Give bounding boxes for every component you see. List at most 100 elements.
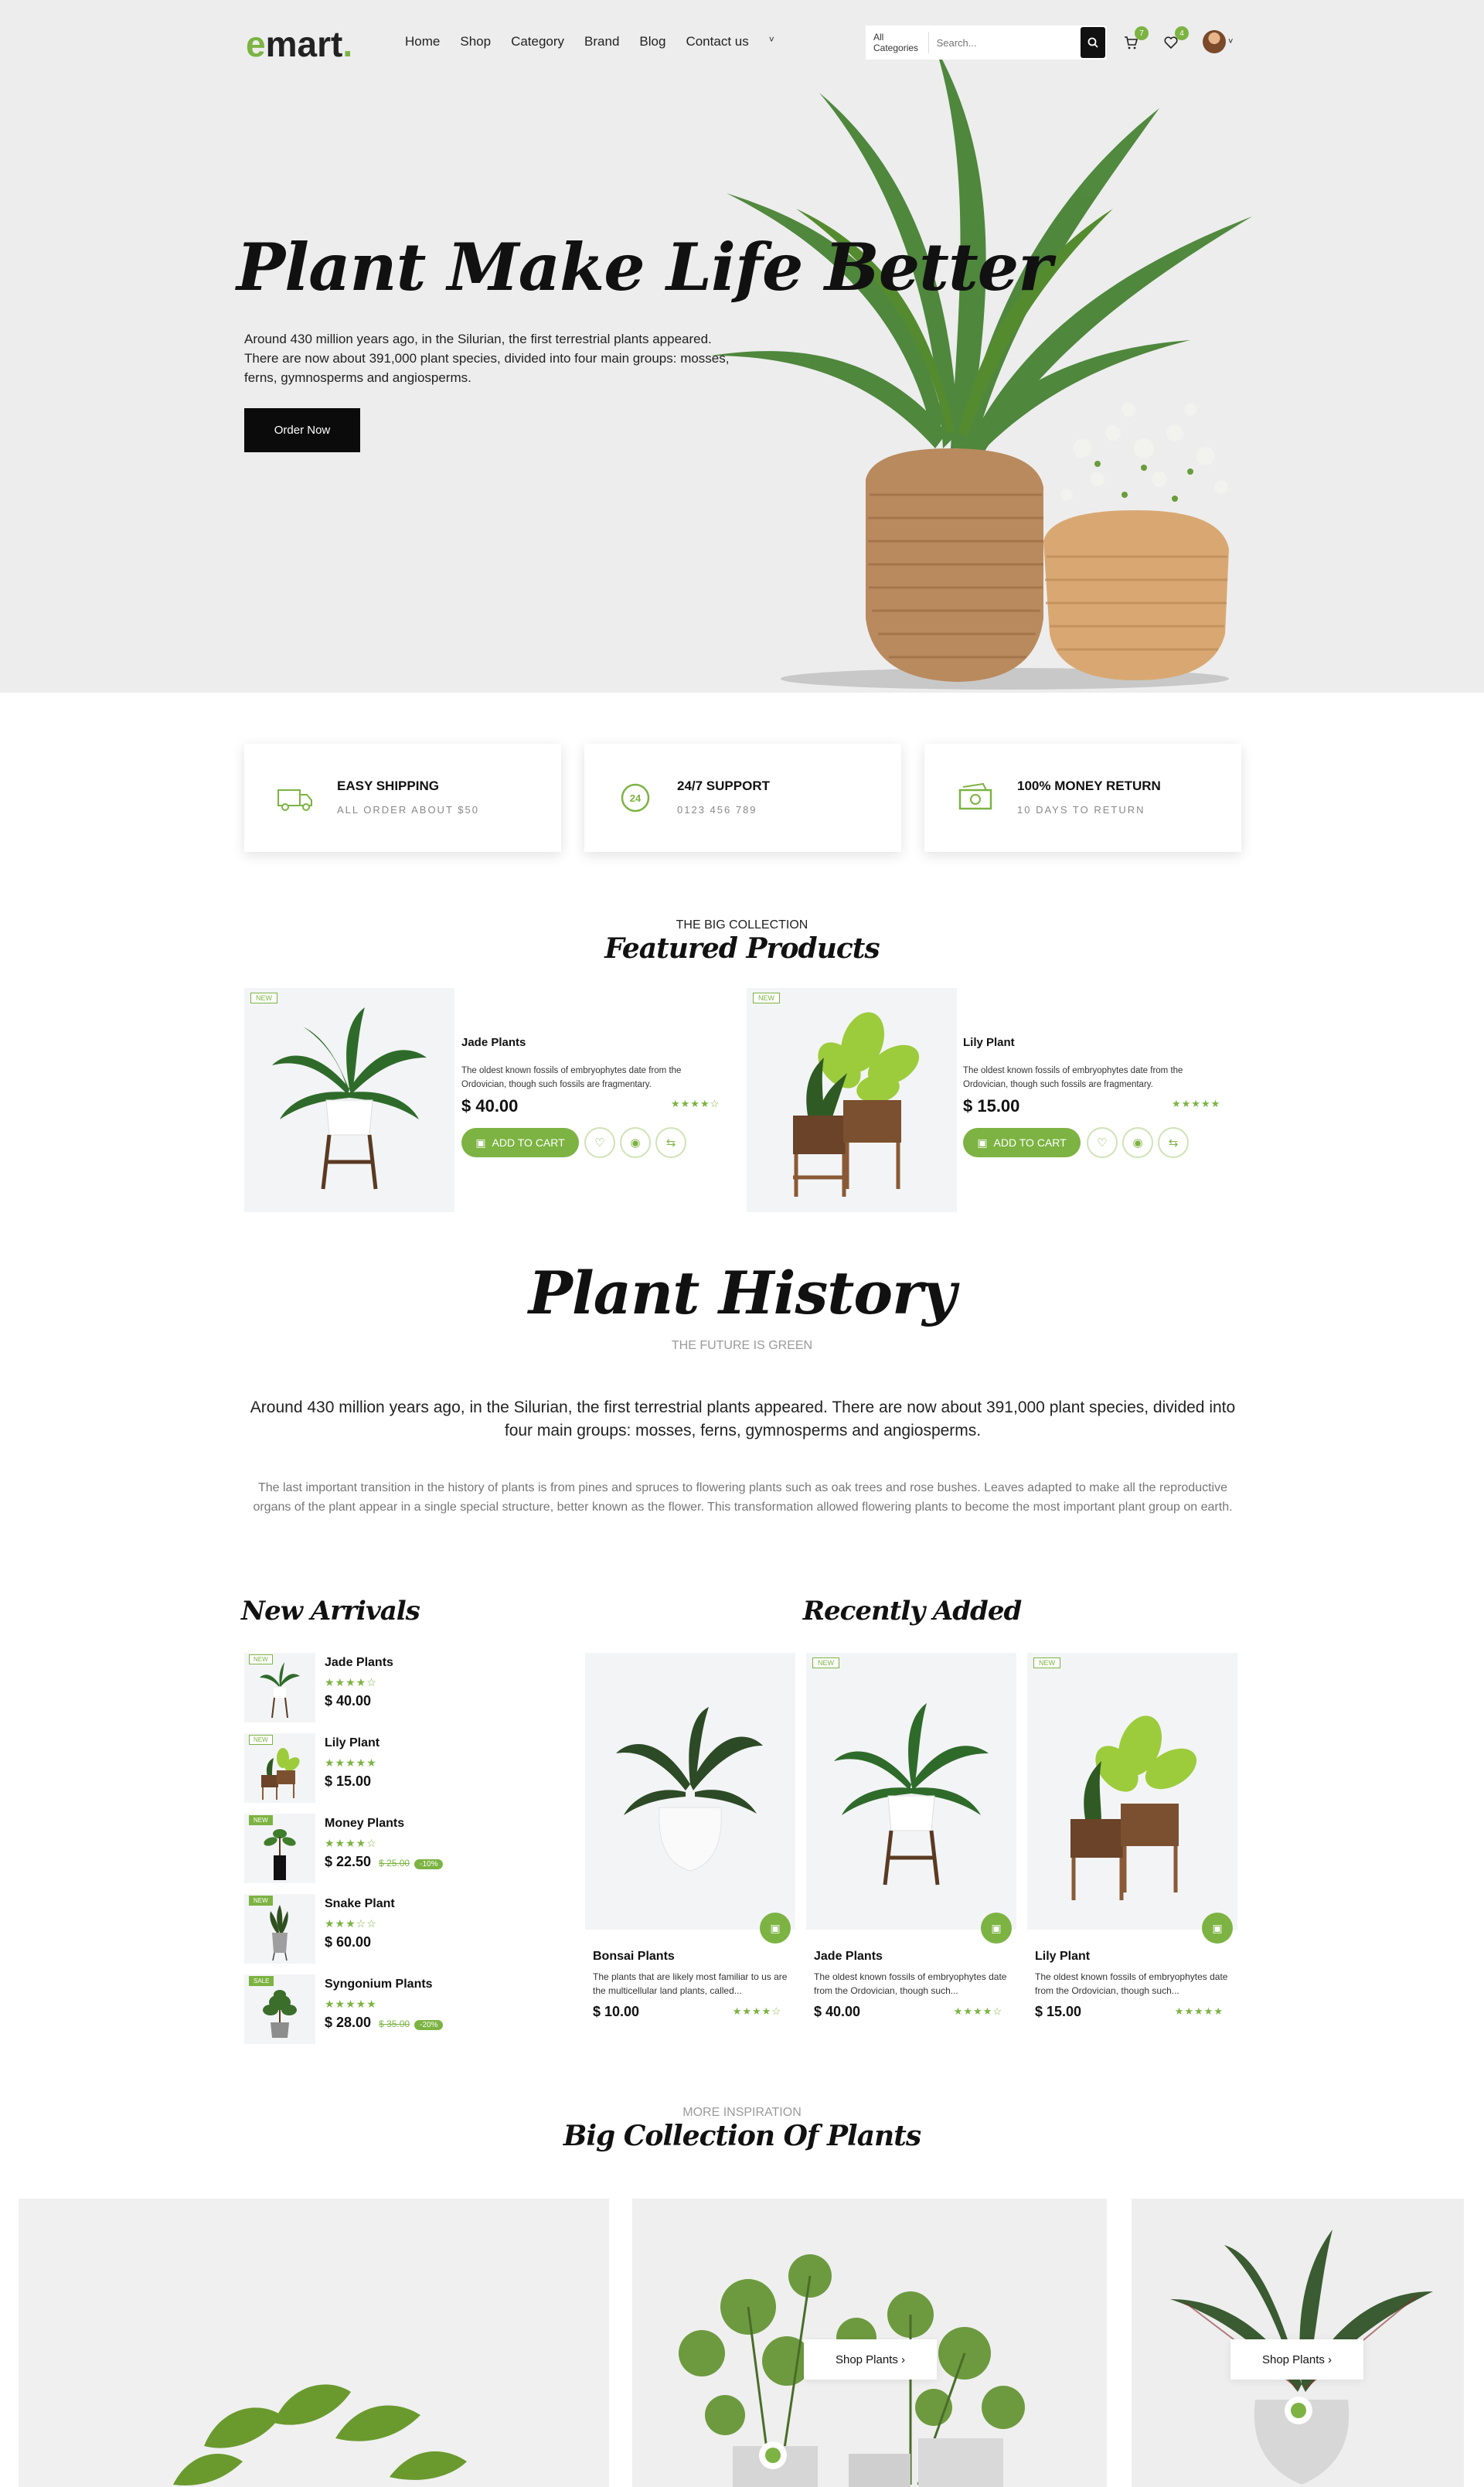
add-to-cart-button[interactable]: ▣ ADD TO CART xyxy=(461,1128,579,1157)
search-icon xyxy=(1087,37,1098,48)
featured-product-image[interactable]: NEW xyxy=(244,988,454,1212)
search-button[interactable] xyxy=(1080,27,1105,58)
recent-product-card[interactable]: NEW ▣ Jade Plants The oldest known fossi… xyxy=(806,1653,1016,2032)
bag-icon: ▣ xyxy=(991,1921,1002,1934)
user-avatar[interactable] xyxy=(1203,30,1226,53)
list-item[interactable]: SALE Syngonium Plants ★★★★★ $ 28.00 $ 35.… xyxy=(244,1974,522,2044)
product-rating: ★★★☆☆ xyxy=(325,1917,377,1930)
cart-button[interactable]: 7 xyxy=(1119,26,1149,54)
product-name[interactable]: Lily Plant xyxy=(1035,1950,1090,1964)
product-price: $ 22.50 $ 25.00 -10% xyxy=(325,1854,444,1870)
add-to-cart-button[interactable]: ▣ ADD TO CART xyxy=(963,1128,1081,1157)
money-icon xyxy=(958,782,992,810)
cart-count-badge: 7 xyxy=(1135,26,1149,40)
feature-title: 24/7 SUPPORT xyxy=(677,778,770,793)
product-price: $ 28.00 $ 35.00 -20% xyxy=(325,2015,444,2031)
history-body: The last important transition in the his… xyxy=(253,1481,1233,1514)
product-price: $ 60.00 xyxy=(325,1934,371,1950)
shop-plants-button[interactable]: Shop Plants › xyxy=(804,2339,937,2380)
jade-plant-image xyxy=(272,1007,427,1190)
logo[interactable]: emart. xyxy=(246,23,352,65)
price-value: $ 28.00 xyxy=(325,2015,372,2030)
collection-tile[interactable]: Shop Plants › xyxy=(1132,2199,1464,2487)
history-title: Plant History xyxy=(528,1259,957,1327)
product-desc: The oldest known fossils of embryophytes… xyxy=(1035,1971,1228,1996)
jade-plant-thumb xyxy=(260,1662,300,1719)
hotspot-dot[interactable] xyxy=(1285,2397,1312,2424)
product-thumb: NEW xyxy=(244,1733,315,1803)
product-desc: The plants that are likely most familiar… xyxy=(593,1971,788,1996)
recent-product-card[interactable]: ▣ Bonsai Plants The plants that are like… xyxy=(585,1653,795,2032)
product-name: Money Plants xyxy=(325,1817,405,1830)
history-lead: Around 430 million years ago, in the Sil… xyxy=(250,1399,1236,1439)
product-thumb: NEW xyxy=(244,1814,315,1883)
product-rating: ★★★★☆ xyxy=(325,1837,377,1849)
recently-added-title: Recently Added xyxy=(802,1596,1023,1627)
add-to-cart-button[interactable]: ▣ xyxy=(981,1913,1012,1944)
product-desc: The oldest known fossils of embryophytes… xyxy=(814,1971,1007,1996)
nav-shop[interactable]: Shop xyxy=(460,34,491,49)
shop-plants-button[interactable]: Shop Plants › xyxy=(1230,2339,1363,2380)
list-item[interactable]: NEW Money Plants ★★★★☆ $ 22.50 $ 25.00 -10… xyxy=(244,1814,522,1883)
feature-money-return: 100% MONEY RETURN 10 DAYS TO RETURN xyxy=(924,744,1241,852)
discount-badge: -10% xyxy=(414,1859,444,1869)
recent-product-card[interactable]: NEW ▣ Lily Plant The oldest known fossil… xyxy=(1027,1653,1237,2032)
hero-plant-image xyxy=(711,46,1252,690)
product-rating: ★★★★☆ xyxy=(671,1098,720,1109)
wishlist-button[interactable]: 4 xyxy=(1159,26,1189,54)
wishlist-heart-button[interactable]: ♡ xyxy=(1087,1127,1118,1158)
bag-icon: ▣ xyxy=(770,1921,781,1934)
list-item[interactable]: NEW Jade Plants ★★★★☆ $ 40.00 xyxy=(244,1653,522,1722)
product-name: Snake Plant xyxy=(325,1897,395,1910)
search-category-select[interactable]: All Categories xyxy=(866,32,929,53)
avatar-chevron-icon[interactable]: ˅ xyxy=(1228,37,1233,46)
product-name[interactable]: Jade Plants xyxy=(461,1036,526,1049)
hero-title: Plant Make Life Better xyxy=(237,229,1052,305)
product-image: NEW xyxy=(806,1653,1016,1930)
list-item[interactable]: NEW Lily Plant ★★★★★ $ 15.00 xyxy=(244,1733,522,1803)
quick-view-button[interactable]: ◉ xyxy=(620,1127,651,1158)
product-name[interactable]: Jade Plants xyxy=(814,1950,883,1964)
feature-sub: ALL ORDER ABOUT $50 xyxy=(337,804,479,816)
order-now-button[interactable]: Order Now xyxy=(244,408,360,452)
old-price: $ 35.00 xyxy=(379,2019,410,2029)
add-to-cart-button[interactable]: ▣ xyxy=(760,1913,791,1944)
product-thumb: NEW xyxy=(244,1653,315,1722)
hotspot-dot[interactable] xyxy=(759,2441,787,2469)
product-thumb: NEW xyxy=(244,1894,315,1964)
product-name[interactable]: Lily Plant xyxy=(963,1036,1015,1049)
bonsai-plant-image xyxy=(616,1707,763,1872)
featured-product-image[interactable]: NEW xyxy=(747,988,957,1212)
nav-home[interactable]: Home xyxy=(405,34,440,49)
add-to-cart-label: ADD TO CART xyxy=(993,1136,1067,1149)
product-rating: ★★★★☆ xyxy=(325,1676,377,1688)
snake-plant-thumb xyxy=(270,1905,288,1961)
compare-button[interactable]: ⇆ xyxy=(655,1127,686,1158)
product-price: $ 15.00 xyxy=(325,1773,371,1790)
add-to-cart-button[interactable]: ▣ xyxy=(1202,1913,1233,1944)
product-rating: ★★★★☆ xyxy=(732,2005,781,2017)
wishlist-count-badge: 4 xyxy=(1175,26,1189,40)
wishlist-heart-button[interactable]: ♡ xyxy=(584,1127,615,1158)
product-name[interactable]: Bonsai Plants xyxy=(593,1950,675,1964)
collection-tile[interactable] xyxy=(19,2199,609,2487)
search-input[interactable] xyxy=(928,36,1081,49)
eye-icon: ◉ xyxy=(1132,1136,1143,1150)
sale-tag: SALE xyxy=(249,1976,274,1986)
product-image xyxy=(585,1653,795,1930)
quick-view-button[interactable]: ◉ xyxy=(1122,1127,1153,1158)
nav-blog[interactable]: Blog xyxy=(639,34,665,49)
nav-category[interactable]: Category xyxy=(511,34,564,49)
collection-tile[interactable]: Shop Plants › xyxy=(632,2199,1107,2487)
feature-title: 100% MONEY RETURN xyxy=(1017,778,1161,793)
support-24-icon: 24 xyxy=(621,783,650,813)
feature-support: 24 24/7 SUPPORT 0123 456 789 xyxy=(584,744,901,852)
list-item[interactable]: NEW Snake Plant ★★★☆☆ $ 60.00 xyxy=(244,1894,522,1964)
product-desc: The oldest known fossils of embryophytes… xyxy=(461,1066,682,1089)
lily-plant-image xyxy=(793,1012,920,1197)
nav-brand[interactable]: Brand xyxy=(584,34,619,49)
old-price: $ 25.00 xyxy=(379,1858,410,1869)
product-price: $ 40.00 xyxy=(325,1693,371,1709)
new-tag: NEW xyxy=(753,993,780,1003)
compare-button[interactable]: ⇆ xyxy=(1158,1127,1189,1158)
